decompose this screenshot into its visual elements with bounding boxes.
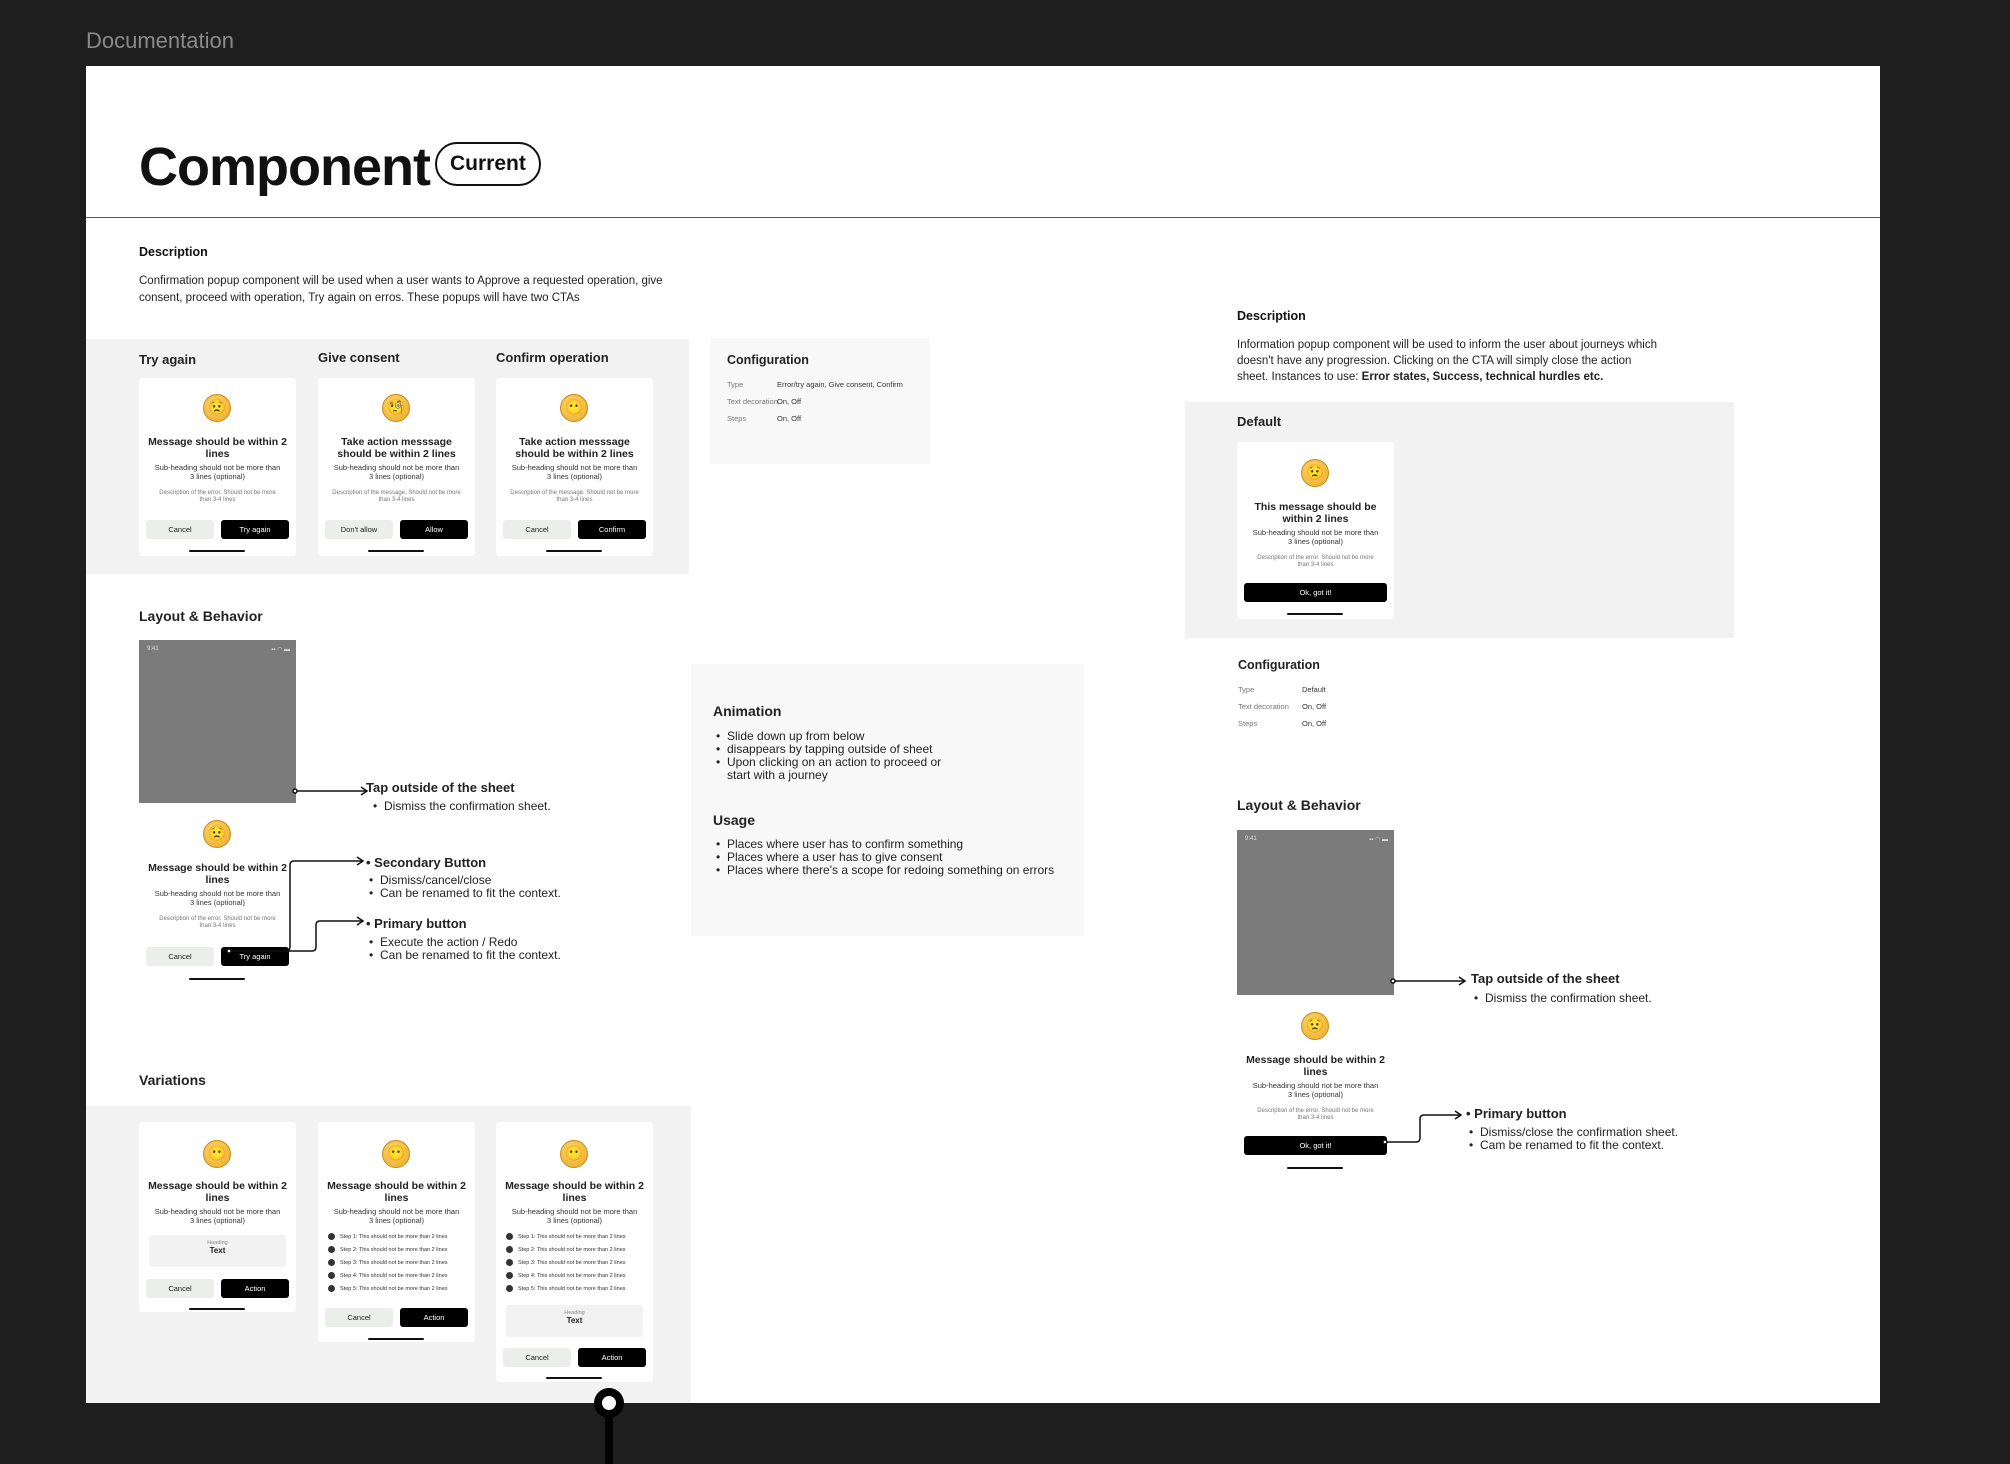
annotation-secondary-title: • Secondary Button [366, 855, 487, 870]
step-item: Step 4: This should not be more than 2 l… [506, 1272, 645, 1280]
popup-title: Message should be within 2 lines [1246, 1054, 1385, 1078]
annotation-secondary-list: Dismiss/cancel/close Can be renamed to f… [366, 874, 561, 901]
annotation-secondary-label: Secondary Button [374, 855, 487, 870]
annotation-primary-list: Execute the action / Redo Can be renamed… [366, 936, 561, 963]
ok-got-it-button[interactable]: Ok, got it! [1244, 1136, 1387, 1155]
list-item: Places where there's a scope for redoing… [716, 864, 1073, 878]
config-value: On, Off [1302, 702, 1327, 711]
config-value: Error/try again, Give consent, Confirm [777, 380, 903, 389]
config-value: Default [1302, 685, 1326, 694]
popup-title: This message should be within 2 lines [1254, 501, 1377, 525]
info-annotation-primary-title: • Primary button [1466, 1106, 1567, 1121]
neutral-face-icon: 😶 [560, 1140, 588, 1168]
worried-face-icon: 😟 [1301, 1012, 1329, 1040]
step-item: Step 2: This should not be more than 2 l… [328, 1246, 467, 1254]
status-time: 9:41 [1245, 836, 1257, 842]
animation-list: Slide down up from below disappears by t… [713, 730, 963, 782]
step-item: Step 1: This should not be more than 2 l… [328, 1233, 467, 1241]
home-indicator [1287, 613, 1343, 615]
list-item: Dismiss the confirmation sheet. [1474, 992, 1652, 1006]
ok-got-it-button[interactable]: Ok, got it! [1244, 583, 1387, 602]
popup-title: Message should be within 2 lines [148, 1180, 287, 1204]
usage-heading: Usage [713, 812, 756, 828]
connector-pin-center [602, 1396, 616, 1410]
config-key: Steps [1238, 719, 1258, 728]
step-item: Step 5: This should not be more than 2 l… [506, 1285, 645, 1293]
config-key: Type [1238, 685, 1255, 694]
connector-line [605, 1416, 613, 1464]
field-value: Text [209, 1246, 226, 1255]
cancel-button[interactable]: Cancel [325, 1308, 393, 1327]
popup-subheading: Sub-heading should not be more than 3 li… [154, 1207, 281, 1225]
step-item: Step 3: This should not be more than 2 l… [506, 1259, 645, 1267]
popup-subheading: Sub-heading should not be more than 3 li… [333, 1207, 460, 1225]
action-button[interactable]: Action [400, 1308, 468, 1327]
annotation-tap-outside-list: Dismiss the confirmation sheet. [370, 800, 551, 814]
annotation-primary-label: Primary button [374, 916, 467, 931]
info-annotation-primary-list: Dismiss/close the confirmation sheet. Ca… [1466, 1126, 1678, 1153]
default-label: Default [1237, 414, 1282, 429]
variations-heading: Variations [139, 1072, 206, 1088]
animation-usage-panel: Animation Slide down up from below disap… [691, 664, 1084, 936]
usage-list: Places where user has to confirm somethi… [713, 838, 1073, 878]
step-item: Step 5: This should not be more than 2 l… [328, 1285, 467, 1293]
section-label: Documentation [86, 28, 234, 53]
info-annotation-primary-label: Primary button [1474, 1106, 1567, 1121]
list-item: Cam be renamed to fit the context. [1469, 1139, 1678, 1153]
variations-panel: 😶 Message should be within 2 lines Sub-h… [86, 1106, 691, 1403]
info-configuration-heading: Configuration [1238, 658, 1320, 672]
cancel-button[interactable]: Cancel [503, 1348, 571, 1367]
variation-card-steps-field: 😶 Message should be within 2 lines Sub-h… [496, 1122, 653, 1382]
step-item: Step 4: This should not be more than 2 l… [328, 1272, 467, 1280]
info-layout-heading: Layout & Behavior [1237, 797, 1361, 813]
action-button[interactable]: Action [221, 1279, 289, 1298]
info-sheet-example: 😟 Message should be within 2 lines Sub-h… [1237, 995, 1394, 1190]
animation-heading: Animation [713, 703, 782, 719]
info-popup-card: 😟 This message should be within 2 lines … [1237, 442, 1394, 619]
step-item: Step 2: This should not be more than 2 l… [506, 1246, 645, 1254]
step-item: Step 3: This should not be more than 2 l… [328, 1259, 467, 1267]
list-item: Dismiss the confirmation sheet. [373, 800, 551, 814]
popup-title: Message should be within 2 lines [505, 1180, 644, 1204]
field-value: Text [566, 1316, 583, 1325]
info-annotation-tap-outside-list: Dismiss the confirmation sheet. [1471, 992, 1652, 1006]
connector-pin[interactable] [594, 1388, 624, 1418]
home-indicator [368, 1338, 424, 1340]
worried-face-icon: 😟 [1301, 459, 1329, 487]
popup-subheading: Sub-heading should not be more than 3 li… [1252, 1081, 1379, 1099]
config-key: Text decoration [1238, 702, 1289, 711]
list-item: Can be renamed to fit the context. [369, 949, 561, 963]
text-field[interactable]: Heading Text [149, 1235, 286, 1267]
annotation-primary-title: • Primary button [366, 916, 467, 931]
info-description-heading: Description [1237, 309, 1306, 323]
status-icons: ▪▪ ◠ ▬ [1369, 837, 1388, 843]
popup-description: Description of the error. Should not be … [1257, 1108, 1374, 1121]
popup-description: Description of the error. Should not be … [1257, 555, 1374, 568]
info-annotation-tap-outside-title: Tap outside of the sheet [1471, 971, 1620, 986]
phone-backdrop[interactable]: 9:41 ▪▪ ◠ ▬ [1237, 830, 1394, 995]
info-description-text: Information popup component will be used… [1237, 337, 1657, 385]
info-default-panel: Default 😟 This message should be within … [1185, 402, 1734, 638]
cancel-button[interactable]: Cancel [146, 1279, 214, 1298]
variation-card-steps: 😶 Message should be within 2 lines Sub-h… [318, 1122, 475, 1342]
variation-card-field: 😶 Message should be within 2 lines Sub-h… [139, 1122, 296, 1312]
text-field[interactable]: Heading Text [506, 1305, 643, 1337]
step-item: Step 1: This should not be more than 2 l… [506, 1233, 645, 1241]
popup-subheading: Sub-heading should not be more than 3 li… [511, 1207, 638, 1225]
documentation-page: Component Current Description Confirmati… [86, 66, 1880, 1403]
neutral-face-icon: 😶 [203, 1140, 231, 1168]
config-value: On, Off [1302, 719, 1327, 728]
neutral-face-icon: 😶 [382, 1140, 410, 1168]
annotation-tap-outside-title: Tap outside of the sheet [366, 780, 515, 795]
home-indicator [546, 1377, 602, 1379]
action-button[interactable]: Action [578, 1348, 646, 1367]
popup-subheading: Sub-heading should not be more than 3 li… [1252, 528, 1379, 546]
list-item: Can be renamed to fit the context. [369, 887, 561, 901]
popup-title: Message should be within 2 lines [327, 1180, 466, 1204]
info-description-bold: Error states, Success, technical hurdles… [1361, 371, 1604, 383]
home-indicator [1287, 1167, 1343, 1169]
list-item: Upon clicking on an action to proceed or… [716, 756, 963, 782]
home-indicator [189, 1308, 245, 1310]
